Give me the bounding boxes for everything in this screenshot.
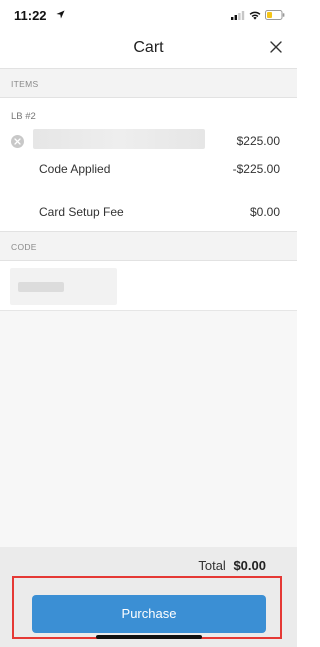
items-header-label: ITEMS: [11, 79, 39, 89]
status-time: 11:22: [14, 8, 47, 23]
cart-footer: Total $0.00 Purchase: [0, 547, 297, 647]
location-arrow-icon: [56, 10, 65, 19]
wifi-icon: [249, 11, 261, 20]
remove-x-icon: [14, 138, 21, 145]
remove-item-button[interactable]: [11, 135, 24, 148]
code-header-label: CODE: [11, 242, 37, 252]
purchase-button[interactable]: Purchase: [32, 595, 266, 633]
code-applied-value: -$225.00: [232, 162, 280, 176]
code-input[interactable]: [10, 268, 117, 305]
line-item-price: $225.00: [236, 134, 280, 148]
blurred-item-name: [33, 129, 205, 149]
battery-icon: [265, 10, 285, 20]
status-bar: 11:22: [0, 0, 297, 30]
close-button[interactable]: [265, 36, 287, 58]
blurred-code-value: [18, 282, 64, 292]
cart-screen: 11:22 Cart ITEMS LB #2 $225.00 Code Appl…: [0, 0, 297, 647]
close-icon: [270, 41, 282, 53]
code-section-header: CODE: [0, 231, 297, 261]
total-label: Total: [198, 558, 226, 573]
page-title: Cart: [133, 39, 164, 56]
home-indicator: [96, 635, 202, 639]
code-section: [0, 262, 297, 310]
cellular-signal-icon: [231, 10, 245, 20]
items-list: LB #2 $225.00 Code Applied -$225.00 Card…: [0, 99, 297, 230]
nav-bar: Cart: [0, 30, 297, 66]
items-section-header: ITEMS: [0, 68, 297, 98]
total-row: Total $0.00: [198, 558, 266, 573]
card-fee-value: $0.00: [249, 205, 280, 219]
empty-content-area: [0, 310, 297, 547]
lb-label: LB #2: [11, 111, 36, 122]
status-icons: [231, 10, 285, 20]
card-fee-label: Card Setup Fee: [39, 205, 124, 219]
total-value: $0.00: [233, 558, 266, 573]
code-applied-label: Code Applied: [39, 162, 111, 176]
